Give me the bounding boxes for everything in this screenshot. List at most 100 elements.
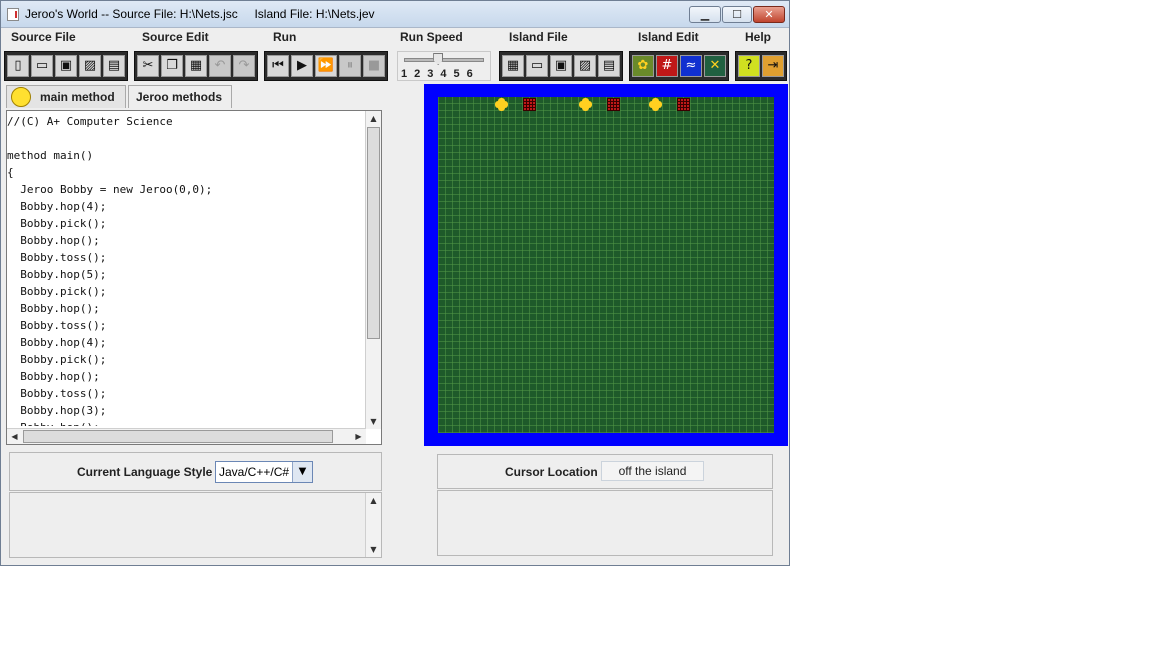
menu-island-file[interactable]: Island File	[509, 30, 568, 44]
code-line[interactable]: Bobby.hop(3);	[7, 402, 363, 419]
code-line[interactable]: Bobby.hop();	[7, 368, 363, 385]
code-line[interactable]: Bobby.hop();	[7, 419, 363, 426]
jeroo-window: Jeroo's World -- Source File: H:\Nets.js…	[0, 0, 790, 566]
copy-icon[interactable]: ❐	[161, 55, 183, 77]
code-line[interactable]: Bobby.pick();	[7, 351, 363, 368]
editor-horizontal-scrollbar[interactable]: ◀ ▶	[7, 428, 366, 444]
speed-thumb[interactable]	[433, 53, 444, 65]
horizontal-scroll-thumb[interactable]	[23, 430, 333, 443]
net-icon	[606, 98, 620, 111]
menu-island-edit[interactable]: Island Edit	[638, 30, 699, 44]
message-scroll-down-icon[interactable]: ▼	[366, 542, 381, 557]
pause-icon[interactable]: ⏸	[339, 55, 361, 77]
close-button[interactable]: ✕	[753, 6, 785, 23]
code-line[interactable]: Bobby.pick();	[7, 283, 363, 300]
help-icon[interactable]: ?	[738, 55, 760, 77]
editor-vertical-scrollbar[interactable]: ▲ ▼	[365, 111, 381, 429]
code-text[interactable]: //(C) A+ Computer Science method main(){ …	[7, 113, 363, 426]
title-bar: Jeroo's World -- Source File: H:\Nets.js…	[1, 1, 789, 28]
water-icon[interactable]: ≈	[680, 55, 702, 77]
save-as-icon[interactable]: ▨	[79, 55, 101, 77]
reset-icon[interactable]: ⏮	[267, 55, 289, 77]
menu-run-speed[interactable]: Run Speed	[400, 30, 463, 44]
code-line[interactable]	[7, 130, 363, 147]
code-line[interactable]: method main()	[7, 147, 363, 164]
code-editor[interactable]: //(C) A+ Computer Science method main(){ …	[6, 110, 382, 445]
run-toolbar-group: ⏮ ▶ ⏩ ⏸ ■	[264, 51, 388, 81]
help-toolbar-group: ? ⇥	[735, 51, 787, 81]
cut-icon[interactable]: ✂	[137, 55, 159, 77]
minimize-button[interactable]: ▁	[689, 6, 721, 23]
flower-icon[interactable]: ✿	[632, 55, 654, 77]
new-island-icon[interactable]: ▦	[502, 55, 524, 77]
undo-icon[interactable]: ↶	[209, 55, 231, 77]
island-grid[interactable]	[438, 97, 774, 433]
open-file-icon[interactable]: ▭	[31, 55, 53, 77]
print-icon[interactable]: ▤	[103, 55, 125, 77]
island-status-area	[437, 490, 773, 556]
tab-main-method-label: main method	[40, 90, 115, 104]
menu-source-edit[interactable]: Source Edit	[142, 30, 209, 44]
code-line[interactable]: Bobby.hop();	[7, 300, 363, 317]
paste-icon[interactable]: ▦	[185, 55, 207, 77]
menu-run[interactable]: Run	[273, 30, 296, 44]
net-icon[interactable]: #	[656, 55, 678, 77]
maximize-button[interactable]: ☐	[722, 6, 752, 23]
island-view	[424, 84, 788, 446]
clear-icon[interactable]: ✕	[704, 55, 726, 77]
message-scroll-up-icon[interactable]: ▲	[366, 493, 381, 508]
tab-main-method[interactable]: main method	[6, 85, 126, 108]
step-icon[interactable]: ▶	[291, 55, 313, 77]
island-file-toolbar-group: ▦ ▭ ▣ ▨ ▤	[499, 51, 623, 81]
smiley-icon	[11, 87, 31, 107]
language-style-select[interactable]: Java/C++/C# ▼	[215, 461, 313, 483]
flower-icon	[494, 98, 508, 111]
code-line[interactable]: Bobby.hop(4);	[7, 334, 363, 351]
flower-icon	[648, 98, 662, 111]
redo-icon[interactable]: ↷	[233, 55, 255, 77]
save-island-icon[interactable]: ▣	[550, 55, 572, 77]
net-icon	[676, 98, 690, 111]
menu-help[interactable]: Help	[745, 30, 771, 44]
message-area: ▲ ▼	[9, 492, 382, 558]
code-line[interactable]: Bobby.hop(4);	[7, 198, 363, 215]
scroll-left-icon[interactable]: ◀	[7, 429, 22, 444]
menu-source-file[interactable]: Source File	[11, 30, 76, 44]
vertical-scroll-thumb[interactable]	[367, 127, 380, 339]
edit-toolbar-group: ✂ ❐ ▦ ↶ ↷	[134, 51, 258, 81]
code-line[interactable]: Bobby.hop(5);	[7, 266, 363, 283]
stop-icon[interactable]: ■	[363, 55, 385, 77]
flower-icon	[578, 98, 592, 111]
save-island-as-icon[interactable]: ▨	[574, 55, 596, 77]
code-line[interactable]: {	[7, 164, 363, 181]
code-line[interactable]: Bobby.toss();	[7, 317, 363, 334]
scroll-up-icon[interactable]: ▲	[366, 111, 381, 126]
print-island-icon[interactable]: ▤	[598, 55, 620, 77]
speed-scale: 123456	[401, 68, 480, 80]
menu-bar: Source File Source Edit Run Run Speed Is…	[1, 28, 789, 48]
run-icon[interactable]: ⏩	[315, 55, 337, 77]
code-line[interactable]: Bobby.pick();	[7, 215, 363, 232]
toolbar: ▯ ▭ ▣ ▨ ▤ ✂ ❐ ▦ ↶ ↷ ⏮ ▶ ⏩ ⏸ ■ 123456 ▦ ▭	[1, 49, 789, 83]
tab-jeroo-methods[interactable]: Jeroo methods	[128, 85, 232, 108]
run-speed-slider[interactable]: 123456	[397, 51, 491, 81]
island-edit-toolbar-group: ✿ # ≈ ✕	[629, 51, 729, 81]
chevron-down-icon[interactable]: ▼	[292, 462, 312, 482]
save-icon[interactable]: ▣	[55, 55, 77, 77]
cursor-location-label: Cursor Location	[505, 465, 598, 479]
scroll-right-icon[interactable]: ▶	[351, 429, 366, 444]
net-icon	[522, 98, 536, 111]
message-vertical-scrollbar[interactable]: ▲ ▼	[365, 493, 381, 557]
code-line[interactable]: Bobby.toss();	[7, 249, 363, 266]
open-island-icon[interactable]: ▭	[526, 55, 548, 77]
file-toolbar-group: ▯ ▭ ▣ ▨ ▤	[4, 51, 128, 81]
code-line[interactable]: //(C) A+ Computer Science	[7, 113, 363, 130]
code-line[interactable]: Bobby.toss();	[7, 385, 363, 402]
language-style-value: Java/C++/C#	[219, 465, 290, 479]
tab-jeroo-methods-label: Jeroo methods	[136, 90, 223, 104]
exit-icon[interactable]: ⇥	[762, 55, 784, 77]
code-line[interactable]: Bobby.hop();	[7, 232, 363, 249]
scroll-down-icon[interactable]: ▼	[366, 414, 381, 429]
new-file-icon[interactable]: ▯	[7, 55, 29, 77]
code-line[interactable]: Jeroo Bobby = new Jeroo(0,0);	[7, 181, 363, 198]
